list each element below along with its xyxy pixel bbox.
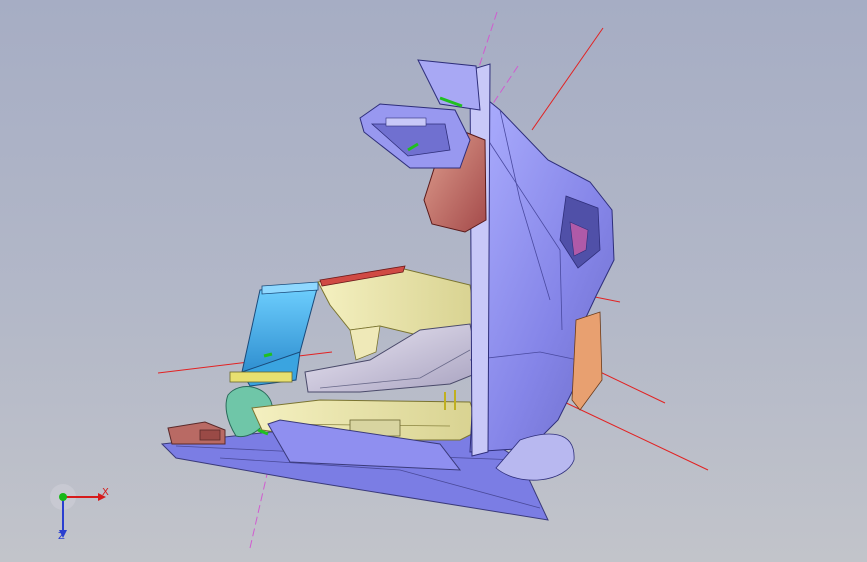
front-frame: [229, 281, 319, 387]
cad-3d-viewport[interactable]: X Z: [0, 0, 867, 562]
cad-3d-model[interactable]: [0, 0, 867, 562]
bulkhead-plate: [469, 63, 491, 457]
y-axis-dot: [59, 493, 67, 501]
seat-tunnel: [304, 323, 481, 393]
z-axis-label: Z: [58, 531, 65, 542]
main-body: [469, 90, 615, 481]
headrest-assembly: [359, 59, 481, 169]
x-axis-label: X: [102, 487, 109, 498]
pedal-box: [167, 421, 226, 445]
